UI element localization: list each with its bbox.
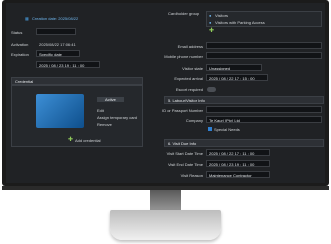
visit-info-section-header: 6. Visit Due Info <box>164 139 324 147</box>
monitor-bezel: ▦ Creation date: 2025/08/22 Status Activ… <box>2 0 329 186</box>
mobile-label: Mobile phone number <box>164 54 203 59</box>
activation-value: 2025/08/22 17:06:41 <box>39 42 76 47</box>
credential-card-image <box>36 94 84 128</box>
creation-date-label: Creation date: 2025/08/22 <box>32 16 79 21</box>
group-item-visitors[interactable]: Visitors <box>215 13 228 18</box>
expected-arrival-input[interactable]: 2025 / 08 / 22 17 : 15 : 00 <box>206 74 268 81</box>
visitor-state-label: Visitor state <box>182 66 203 71</box>
status-label: Status <box>11 30 23 35</box>
expiration-datetime-input[interactable]: 2025 / 08 / 23 19 : 11 : 00 <box>36 61 100 68</box>
email-label: Email address <box>177 44 203 49</box>
company-input[interactable]: Te Kauri (Pty) Ltd <box>206 116 322 123</box>
add-credential-icon: ✚ <box>68 137 74 143</box>
card-action-edit[interactable]: Edit <box>97 108 104 113</box>
special-needs-label: Special Needs <box>214 127 240 132</box>
id-input[interactable] <box>206 106 322 113</box>
expiration-type-select[interactable]: Specific date <box>36 50 80 57</box>
visit-reason-select[interactable]: Maintenance Contractor <box>206 171 270 178</box>
app-screen: ▦ Creation date: 2025/08/22 Status Activ… <box>6 3 325 183</box>
card-status-badge: Active <box>97 97 124 102</box>
mobile-input[interactable] <box>206 52 322 59</box>
group-item-visitors-parking[interactable]: Visitors with Parking Access <box>215 20 265 25</box>
special-needs-checkbox[interactable] <box>208 127 212 131</box>
calendar-icon: ▦ <box>25 16 29 21</box>
visit-start-input[interactable]: 2025 / 08 / 22 17 : 11 : 00 <box>206 149 270 156</box>
card-action-assign-temporary[interactable]: Assign temporary card <box>97 115 137 120</box>
status-field[interactable] <box>36 28 76 35</box>
visit-reason-label: Visit Reason <box>180 173 203 178</box>
card-action-remove[interactable]: Remove <box>97 122 112 127</box>
add-credential-button[interactable]: Add credential <box>75 138 101 143</box>
group-icon: ● <box>209 13 212 18</box>
expected-arrival-label: Expected arrival <box>174 76 203 81</box>
monitor-stand-base <box>110 210 221 240</box>
visitor-state-select[interactable]: Unassigned <box>206 64 262 71</box>
expiration-label: Expiration <box>11 52 29 57</box>
group-icon: ● <box>209 20 212 25</box>
labour-visitor-section-header: 5. Labour/Visitor Info <box>164 96 324 104</box>
escort-label: Escort required <box>175 87 203 92</box>
company-label: Company <box>185 118 203 123</box>
activation-label: Activation <box>11 42 29 47</box>
monitor-stand-neck <box>150 190 181 212</box>
escort-toggle[interactable] <box>207 87 216 92</box>
visit-start-label: Visit Start Date Time <box>166 151 203 156</box>
email-input[interactable] <box>206 42 322 49</box>
cardholder-group-label: Cardholder group <box>168 11 200 16</box>
visit-end-input[interactable]: 2025 / 08 / 23 19 : 11 : 00 <box>206 160 270 167</box>
id-label: ID or Passport Number <box>162 108 203 113</box>
visit-end-label: Visit End Date Time <box>167 162 203 167</box>
add-group-icon[interactable]: ✚ <box>209 28 214 34</box>
credential-section-header: Credential <box>11 77 143 85</box>
